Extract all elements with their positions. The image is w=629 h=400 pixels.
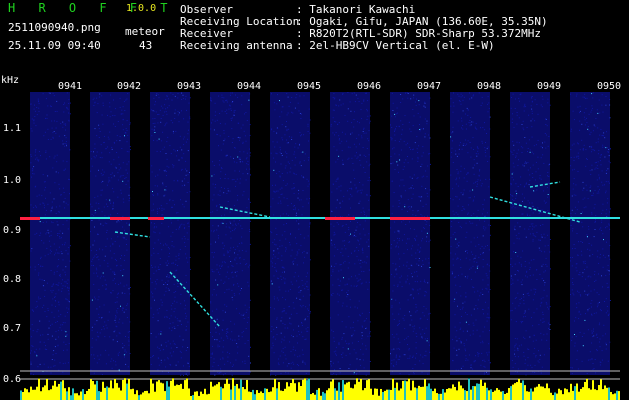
signal-bars [20, 378, 620, 400]
antenna-key: Receiving antenna [180, 39, 293, 52]
y-tick-0.9: 0.9 [3, 225, 22, 236]
meteor-echo [148, 217, 164, 220]
spectrogram [20, 92, 620, 400]
y-tick-1.1: 1.1 [3, 123, 22, 134]
meteor-echo [20, 217, 40, 220]
y-tick-0.8: 0.8 [3, 274, 22, 285]
meteor-echo [390, 217, 430, 220]
noise-column [90, 92, 130, 375]
noise-column [150, 92, 190, 375]
noise-column [330, 92, 370, 375]
image-filename: 2511090940.png [8, 21, 101, 34]
hrofft-screen: H R O F F T 1.0.0 2511090940.png meteor … [0, 0, 629, 400]
y-tick-1.0: 1.0 [3, 175, 22, 186]
noise-column [30, 92, 70, 375]
meteor-echo [110, 217, 130, 220]
noise-column [450, 92, 490, 375]
noise-column [390, 92, 430, 375]
y-axis-unit-label: kHz [1, 75, 20, 86]
meteor-echo [325, 217, 355, 220]
meteor-label: meteor [125, 25, 165, 38]
antenna-value: : 2el-HB9CV Vertical (el. E-W) [296, 39, 495, 52]
y-tick-0.7: 0.7 [3, 323, 22, 334]
y-tick-0.6: 0.6 [3, 374, 22, 385]
noise-field [30, 92, 611, 376]
image-datetime: 25.11.09 09:40 [8, 39, 101, 52]
meteor-count: 43 [139, 39, 153, 52]
app-version: 1.0.0 [126, 3, 157, 14]
